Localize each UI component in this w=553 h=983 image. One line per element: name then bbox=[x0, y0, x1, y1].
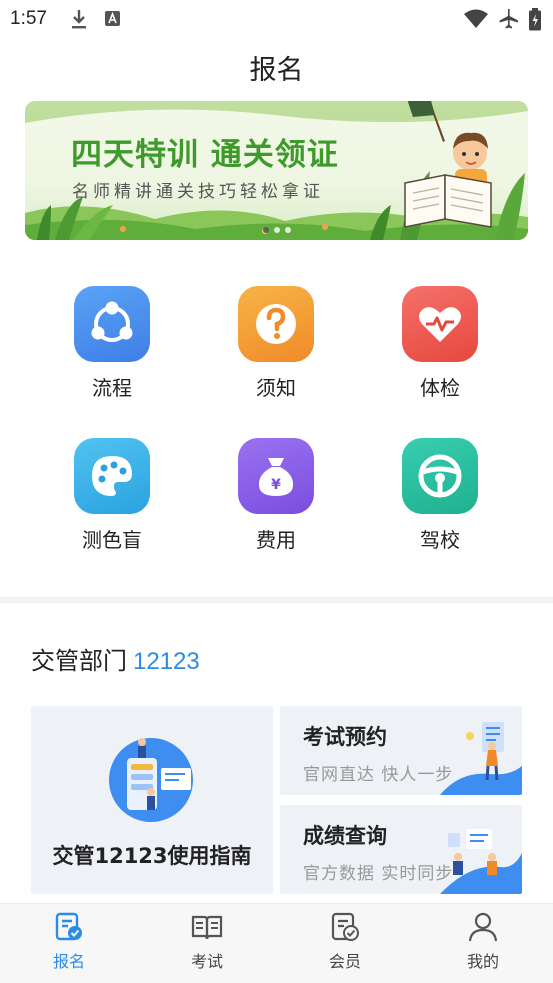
guide-card[interactable]: 交管12123使用指南 bbox=[31, 706, 273, 894]
svg-text:¥: ¥ bbox=[271, 477, 281, 493]
signup-icon bbox=[55, 912, 82, 941]
keyboard-badge-icon bbox=[104, 8, 122, 34]
score-query-title: 成绩查询 bbox=[303, 824, 387, 848]
score-query-card[interactable]: 成绩查询 官方数据 实时同步 bbox=[280, 805, 522, 894]
banner-subline: 名师精讲通关技巧轻松拿证 bbox=[72, 182, 324, 202]
steering-wheel-icon bbox=[402, 438, 478, 514]
grid-label-flow: 流程 bbox=[92, 376, 132, 400]
guide-illustration bbox=[109, 738, 193, 822]
grid-item-fees[interactable]: ¥ 费用 bbox=[221, 438, 331, 558]
exam-booking-title: 考试预约 bbox=[303, 725, 387, 749]
grid-item-flow[interactable]: 流程 bbox=[57, 286, 167, 406]
nav-label-member: 会员 bbox=[328, 952, 361, 971]
flow-icon bbox=[74, 286, 150, 362]
exam-booking-subtitle: 官网直达 快人一步 bbox=[303, 765, 454, 785]
promo-banner[interactable]: 四天特训 通关领证 名师精讲通关技巧轻松拿证 bbox=[25, 101, 528, 240]
section-title-number: 12123 bbox=[133, 648, 200, 675]
heart-icon bbox=[402, 286, 478, 362]
bottom-nav: 报名 考试 会员 我的 bbox=[0, 903, 553, 983]
pager-dot-active[interactable] bbox=[263, 227, 269, 233]
guide-card-label: 交管12123使用指南 bbox=[52, 844, 252, 868]
nav-label-exam: 考试 bbox=[190, 952, 223, 971]
pager-dot[interactable] bbox=[274, 227, 280, 233]
nav-item-member[interactable]: 会员 bbox=[276, 904, 414, 983]
exam-booking-card[interactable]: 考试预约 官网直达 快人一步 bbox=[280, 706, 522, 795]
status-time: 1:57 bbox=[10, 8, 47, 29]
airplane-icon bbox=[496, 8, 520, 34]
banner-pager[interactable] bbox=[263, 218, 296, 237]
money-bag-icon: ¥ bbox=[238, 438, 314, 514]
status-bar: 1:57 bbox=[0, 0, 553, 38]
section-title-text: 交管部门 bbox=[31, 647, 127, 675]
battery-icon bbox=[528, 8, 544, 36]
nav-item-exam[interactable]: 考试 bbox=[138, 904, 276, 983]
book-icon bbox=[191, 915, 223, 940]
question-icon bbox=[238, 286, 314, 362]
grid-item-checkup[interactable]: 体检 bbox=[385, 286, 495, 406]
wifi-icon bbox=[463, 8, 489, 34]
page-title: 报名 bbox=[249, 55, 304, 86]
grid-label-checkup: 体检 bbox=[420, 376, 460, 400]
palette-icon bbox=[74, 438, 150, 514]
grid-label-fees: 费用 bbox=[256, 528, 296, 552]
nav-item-signup[interactable]: 报名 bbox=[0, 904, 138, 983]
section-title: 交管部门 12123 bbox=[31, 641, 200, 676]
grid-label-notice: 须知 bbox=[256, 376, 296, 400]
grid-label-colorblind: 测色盲 bbox=[82, 528, 142, 552]
download-icon bbox=[70, 8, 88, 34]
score-query-subtitle: 官方数据 实时同步 bbox=[303, 864, 454, 884]
grid-item-colorblind[interactable]: 测色盲 bbox=[57, 438, 167, 558]
grid-item-notice[interactable]: 须知 bbox=[221, 286, 331, 406]
grid-label-driving-school: 驾校 bbox=[420, 528, 460, 552]
person-icon bbox=[468, 912, 498, 942]
section-divider bbox=[0, 597, 553, 603]
nav-item-mine[interactable]: 我的 bbox=[414, 904, 552, 983]
nav-label-signup: 报名 bbox=[52, 952, 85, 971]
member-icon bbox=[331, 912, 359, 941]
banner-headline: 四天特训 通关领证 bbox=[71, 137, 339, 173]
nav-label-mine: 我的 bbox=[466, 952, 499, 971]
grid-item-driving-school[interactable]: 驾校 bbox=[385, 438, 495, 558]
pager-dot[interactable] bbox=[285, 227, 291, 233]
